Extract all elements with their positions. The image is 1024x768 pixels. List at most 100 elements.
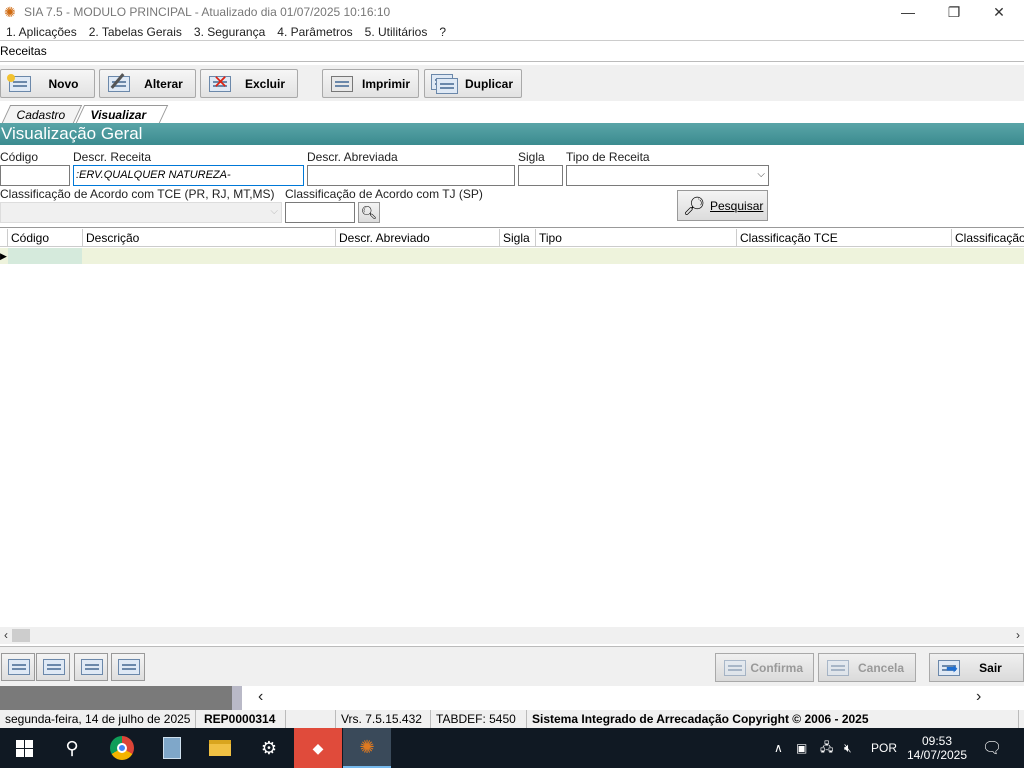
menu-bar: 1. Aplicações 2. Tabelas Gerais 3. Segur… bbox=[0, 24, 1024, 40]
duplicar-button[interactable]: Duplicar bbox=[424, 69, 522, 98]
cancela-button[interactable]: Cancela bbox=[818, 653, 916, 682]
table-row[interactable]: ▶ bbox=[0, 248, 1024, 264]
first-record-button[interactable] bbox=[1, 653, 35, 681]
cancel-icon bbox=[825, 658, 851, 678]
selected-cell[interactable] bbox=[8, 248, 82, 264]
status-date: segunda-feira, 14 de julho de 2025 bbox=[0, 710, 196, 728]
notifications-icon[interactable]: 🗨︎ bbox=[982, 728, 1002, 768]
class-tj-lookup-button[interactable]: 🔍︎ bbox=[358, 202, 380, 223]
novo-button[interactable]: Novo bbox=[0, 69, 95, 98]
class-tj-label: Classificação de Acordo com TJ (SP) bbox=[285, 187, 483, 201]
imprimir-button[interactable]: Imprimir bbox=[322, 69, 419, 98]
next-record-button[interactable] bbox=[74, 653, 108, 681]
bottom-bar: Confirma Cancela ➡︎ Sair bbox=[0, 646, 1024, 686]
form-title: Receitas bbox=[0, 40, 1024, 62]
menu-help[interactable]: ? bbox=[433, 24, 452, 40]
background-divider bbox=[232, 686, 242, 710]
background-window-strip: ‹ › bbox=[0, 686, 1024, 710]
background-panel bbox=[0, 686, 232, 710]
clock-time: 09:53 bbox=[921, 734, 953, 748]
last-record-icon bbox=[118, 659, 140, 675]
language-indicator[interactable]: POR bbox=[871, 728, 897, 768]
duplicate-icon bbox=[431, 73, 458, 94]
class-tce-select[interactable]: ⌵ bbox=[0, 202, 282, 223]
minimize-button[interactable]: — bbox=[885, 0, 931, 24]
descr-abreviada-label: Descr. Abreviada bbox=[307, 150, 398, 164]
row-indicator-icon: ▶ bbox=[0, 251, 7, 261]
file-explorer-icon[interactable] bbox=[196, 728, 244, 768]
tipo-receita-select[interactable]: ⌵ bbox=[566, 165, 769, 186]
sigla-input[interactable] bbox=[518, 165, 563, 186]
scroll-left-icon[interactable]: ‹ bbox=[0, 627, 12, 644]
descr-receita-label: Descr. Receita bbox=[73, 150, 152, 164]
col-descricao[interactable]: Descrição bbox=[82, 229, 335, 247]
col-tipo[interactable]: Tipo bbox=[535, 229, 736, 247]
tab-visualizar[interactable]: Visualizar bbox=[75, 105, 169, 123]
scroll-right-icon[interactable]: › bbox=[1012, 627, 1024, 644]
app-icon[interactable] bbox=[148, 728, 196, 768]
previous-record-button[interactable] bbox=[36, 653, 70, 681]
menu-seguranca[interactable]: 3. Segurança bbox=[188, 24, 271, 40]
tab-cadastro[interactable]: Cadastro bbox=[1, 105, 83, 123]
tab-strip: Cadastro Visualizar bbox=[0, 103, 1024, 123]
sia-app-icon[interactable]: ✺ bbox=[343, 728, 391, 768]
class-tj-input[interactable] bbox=[285, 202, 355, 223]
clock-date: 14/07/2025 bbox=[906, 748, 968, 762]
menu-parametros[interactable]: 4. Parâmetros bbox=[271, 24, 358, 40]
settings-gear-icon[interactable]: ⚙︎ bbox=[245, 728, 293, 768]
col-classificacao[interactable]: Classificação bbox=[951, 229, 1024, 247]
sigla-label: Sigla bbox=[518, 150, 545, 164]
sair-button[interactable]: ➡︎ Sair bbox=[929, 653, 1024, 682]
chevron-left-icon[interactable]: ‹ bbox=[258, 688, 263, 706]
section-header: Visualização Geral bbox=[0, 123, 1024, 145]
tray-up-arrow-icon[interactable]: ∧ bbox=[774, 728, 783, 768]
chrome-icon[interactable] bbox=[98, 728, 146, 768]
col-codigo[interactable]: Código bbox=[7, 229, 82, 247]
codigo-input[interactable] bbox=[0, 165, 70, 186]
delete-document-icon: ✕ bbox=[207, 72, 233, 94]
windows-start-icon[interactable] bbox=[0, 728, 48, 768]
toolbar: Novo Alterar ✕ Excluir Imprimir Duplicar bbox=[0, 65, 1024, 101]
first-record-icon bbox=[8, 659, 30, 675]
results-grid: Código Descrição Descr. Abreviado Sigla … bbox=[0, 227, 1024, 627]
excluir-button[interactable]: ✕ Excluir bbox=[200, 69, 298, 98]
scroll-thumb[interactable] bbox=[12, 629, 30, 642]
chevron-down-icon: ⌵ bbox=[757, 169, 765, 180]
confirma-button[interactable]: Confirma bbox=[715, 653, 814, 682]
status-report: REP0000314 bbox=[196, 710, 286, 728]
taskbar: ⚲ ⚙︎ ◆ ✺ ∧ ▣ 🖧︎ 🔇︎ POR 09:53 14/07/2025 … bbox=[0, 728, 1024, 768]
class-tce-label: Classificação de Acordo com TCE (PR, RJ,… bbox=[0, 187, 275, 201]
next-record-icon bbox=[81, 659, 103, 675]
printer-icon bbox=[329, 74, 354, 94]
exit-icon: ➡︎ bbox=[936, 658, 962, 678]
app-gear-icon: ✺ bbox=[4, 4, 16, 20]
volume-muted-icon[interactable]: 🔇︎ bbox=[844, 728, 852, 768]
descr-abreviada-input[interactable] bbox=[307, 165, 515, 186]
restore-button[interactable]: ❐ bbox=[931, 0, 977, 24]
magnifier-icon: 🔍︎ bbox=[360, 204, 378, 220]
menu-utilitarios[interactable]: 5. Utilitários bbox=[359, 24, 434, 40]
col-classificacao-tce[interactable]: Classificação TCE bbox=[736, 229, 951, 247]
confirm-icon bbox=[722, 658, 746, 678]
tray-update-icon[interactable]: ▣ bbox=[796, 728, 807, 768]
title-bar: ✺ SIA 7.5 - MODULO PRINCIPAL - Atualizad… bbox=[0, 0, 1024, 24]
chevron-down-icon: ⌵ bbox=[270, 206, 278, 217]
menu-tabelas-gerais[interactable]: 2. Tabelas Gerais bbox=[83, 24, 188, 40]
close-button[interactable]: ✕ bbox=[976, 0, 1022, 24]
alterar-button[interactable]: Alterar bbox=[99, 69, 196, 98]
pesquisar-button[interactable]: 🔎︎ Pesquisar bbox=[677, 190, 768, 221]
menu-aplicacoes[interactable]: 1. Aplicações bbox=[0, 24, 83, 40]
col-sigla[interactable]: Sigla bbox=[499, 229, 535, 247]
clock[interactable]: 09:53 14/07/2025 bbox=[905, 728, 969, 768]
descr-receita-input[interactable]: :ERV.QUALQUER NATUREZA- bbox=[73, 165, 304, 186]
last-record-button[interactable] bbox=[111, 653, 145, 681]
window-title: SIA 7.5 - MODULO PRINCIPAL - Atualizado … bbox=[24, 5, 391, 19]
status-tabdef: TABDEF: 5450 bbox=[431, 710, 527, 728]
search-icon[interactable]: ⚲ bbox=[48, 728, 96, 768]
chevron-right-icon[interactable]: › bbox=[976, 688, 981, 706]
anydesk-icon[interactable]: ◆ bbox=[294, 728, 342, 768]
network-icon[interactable]: 🖧︎ bbox=[820, 728, 833, 768]
horizontal-scrollbar[interactable]: ‹ › bbox=[0, 627, 1024, 644]
col-descr-abreviado[interactable]: Descr. Abreviado bbox=[335, 229, 499, 247]
status-copyright: Sistema Integrado de Arrecadação Copyrig… bbox=[527, 710, 1019, 728]
